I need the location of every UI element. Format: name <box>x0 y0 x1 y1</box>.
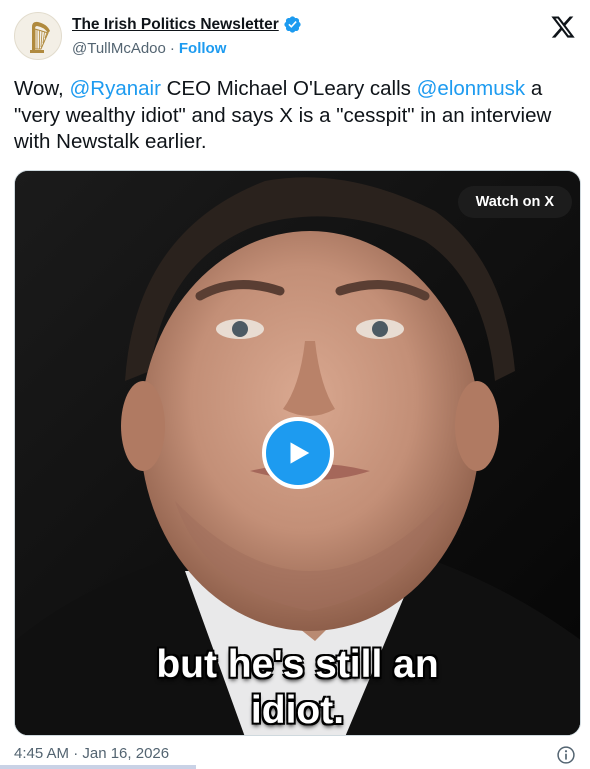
verified-badge-icon <box>284 16 301 33</box>
mention-ryanair-link[interactable]: @Ryanair <box>69 77 160 100</box>
video-caption-line-2: idiot. <box>250 689 345 732</box>
video-caption-line-1: but he's still an <box>156 643 439 686</box>
follow-button[interactable]: Follow <box>179 40 227 57</box>
tweet-header: The Irish Politics Newsletter @TullMcAdo… <box>14 12 576 62</box>
play-button[interactable] <box>262 417 334 489</box>
tweet-text-segment: CEO Michael O'Leary calls <box>160 77 417 100</box>
timestamp-link[interactable]: 4:45 AM · Jan 16, 2026 <box>14 745 169 762</box>
tweet-text: Wow, @Ryanair CEO Michael O'Leary calls … <box>14 76 574 156</box>
separator-dot: · <box>169 40 175 57</box>
tweet-text-segment: Wow, <box>14 77 70 100</box>
info-icon[interactable] <box>556 745 576 765</box>
play-icon <box>290 442 310 464</box>
author-handle[interactable]: @TullMcAdoo <box>72 40 166 57</box>
video-player[interactable]: Watch on X but he's still an idiot. <box>14 170 581 736</box>
author-name[interactable]: The Irish Politics Newsletter <box>72 16 279 34</box>
horizontal-scrollbar[interactable] <box>0 765 196 769</box>
tweet-footer: 4:45 AM · Jan 16, 2026 <box>14 745 576 767</box>
harp-icon <box>30 21 50 53</box>
watch-on-x-button[interactable]: Watch on X <box>457 186 572 218</box>
x-logo-icon[interactable] <box>550 14 576 40</box>
avatar[interactable] <box>14 12 62 60</box>
mention-elonmusk-link[interactable]: @elonmusk <box>417 77 526 100</box>
